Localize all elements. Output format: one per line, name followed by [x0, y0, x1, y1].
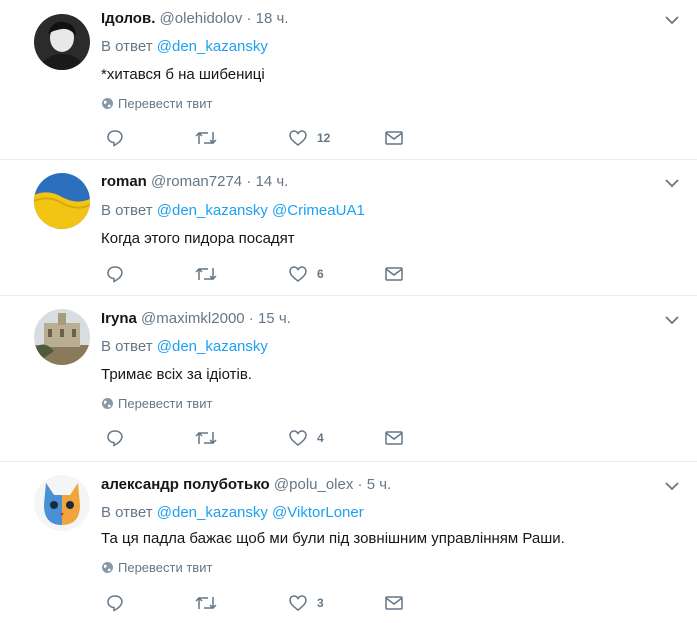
translate-label: Перевести твит: [118, 560, 213, 575]
tweet[interactable]: Ідолов. @olehidolov · 18 ч. В ответ @den…: [0, 0, 697, 160]
envelope-icon: [385, 431, 403, 445]
translate-label: Перевести твит: [118, 96, 213, 111]
direct-message-button[interactable]: [385, 431, 403, 445]
reply-prefix: В ответ: [101, 504, 153, 521]
retweet-icon: [195, 267, 217, 281]
retweet-button[interactable]: [195, 130, 217, 146]
reply-icon: [107, 266, 123, 283]
tweet-text: Та ця падла бажає щоб ми були під зовніш…: [101, 530, 565, 547]
heart-icon: [289, 266, 307, 282]
separator-dot: ·: [357, 476, 363, 493]
tweet-text: *хитався б на шибениці: [101, 66, 265, 83]
ukraine-flag-icon: [34, 173, 90, 229]
tweet-header: roman @roman7274 · 14 ч.: [101, 173, 288, 191]
retweet-icon: [195, 596, 217, 610]
reply-button[interactable]: [106, 129, 124, 147]
reply-icon: [107, 130, 123, 147]
retweet-icon: [195, 431, 217, 445]
tweet-header: александр полуботько @polu_olex · 5 ч.: [101, 476, 391, 494]
tweet-text: Тримає всіх за ідіотів.: [101, 366, 252, 383]
like-count: 4: [317, 431, 324, 445]
mention-link[interactable]: @den_kazansky: [157, 504, 268, 521]
globe-icon: [102, 98, 113, 109]
tweet-text: Когда этого пидора посадят: [101, 230, 295, 247]
display-name[interactable]: Iryna: [101, 310, 137, 327]
translate-label: Перевести твит: [118, 396, 213, 411]
tweet-header: Iryna @maximkl2000 · 15 ч.: [101, 310, 291, 328]
avatar[interactable]: [34, 14, 90, 70]
mention-link[interactable]: @CrimeaUA1: [272, 202, 365, 219]
reply-prefix: В ответ: [101, 202, 153, 219]
chevron-down-icon[interactable]: [664, 480, 680, 492]
reply-button[interactable]: [106, 265, 124, 283]
translate-link[interactable]: Перевести твит: [101, 560, 212, 576]
tweet[interactable]: александр полуботько @polu_olex · 5 ч. В…: [0, 462, 697, 623]
reply-prefix: В ответ: [101, 338, 153, 355]
direct-message-button[interactable]: [385, 131, 403, 145]
reply-button[interactable]: [106, 429, 124, 447]
mention-link[interactable]: @den_kazansky: [157, 202, 268, 219]
tweet-header: Ідолов. @olehidolov · 18 ч.: [101, 10, 289, 28]
like-button[interactable]: 4: [289, 430, 324, 446]
translate-link[interactable]: Перевести твит: [101, 96, 212, 112]
retweet-icon: [195, 131, 217, 145]
mention-link[interactable]: @den_kazansky: [157, 38, 268, 55]
display-name[interactable]: александр полуботько: [101, 476, 270, 493]
globe-icon: [102, 562, 113, 573]
avatar[interactable]: [34, 475, 90, 531]
display-name[interactable]: roman: [101, 173, 147, 190]
reply-icon: [107, 595, 123, 612]
timestamp[interactable]: 15 ч.: [258, 310, 291, 327]
heart-icon: [289, 130, 307, 146]
like-count: 12: [317, 131, 331, 145]
reply-context: В ответ @den_kazansky: [101, 38, 268, 56]
direct-message-button[interactable]: [385, 267, 403, 281]
mention-link[interactable]: @den_kazansky: [157, 338, 268, 355]
reply-context: В ответ @den_kazansky @CrimeaUA1: [101, 202, 365, 220]
user-handle[interactable]: @olehidolov: [160, 10, 243, 27]
reply-context: В ответ @den_kazansky: [101, 338, 268, 356]
user-handle[interactable]: @roman7274: [151, 173, 242, 190]
cat-icon: [34, 475, 90, 531]
envelope-icon: [385, 131, 403, 145]
avatar[interactable]: [34, 309, 90, 365]
heart-icon: [289, 595, 307, 611]
building-photo-icon: [34, 309, 90, 365]
like-button[interactable]: 3: [289, 595, 324, 611]
reply-button[interactable]: [106, 594, 124, 612]
heart-icon: [289, 430, 307, 446]
translate-link[interactable]: Перевести твит: [101, 396, 212, 412]
chevron-down-icon[interactable]: [664, 314, 680, 326]
chevron-down-icon[interactable]: [664, 177, 680, 189]
reply-prefix: В ответ: [101, 38, 153, 55]
like-button[interactable]: 6: [289, 266, 324, 282]
retweet-button[interactable]: [195, 266, 217, 282]
chevron-down-icon[interactable]: [664, 14, 680, 26]
like-count: 3: [317, 596, 324, 610]
envelope-icon: [385, 596, 403, 610]
separator-dot: ·: [248, 310, 254, 327]
globe-icon: [102, 398, 113, 409]
like-button[interactable]: 12: [289, 130, 330, 146]
timestamp[interactable]: 14 ч.: [255, 173, 288, 190]
tweet[interactable]: roman @roman7274 · 14 ч. В ответ @den_ka…: [0, 160, 697, 296]
timestamp[interactable]: 18 ч.: [256, 10, 289, 27]
like-count: 6: [317, 267, 324, 281]
tweet[interactable]: Iryna @maximkl2000 · 15 ч. В ответ @den_…: [0, 296, 697, 462]
person-photo-icon: [34, 14, 90, 70]
avatar[interactable]: [34, 173, 90, 229]
reply-icon: [107, 430, 123, 447]
separator-dot: ·: [246, 173, 252, 190]
user-handle[interactable]: @polu_olex: [274, 476, 353, 493]
direct-message-button[interactable]: [385, 596, 403, 610]
reply-context: В ответ @den_kazansky @ViktorLoner: [101, 504, 364, 522]
retweet-button[interactable]: [195, 430, 217, 446]
retweet-button[interactable]: [195, 595, 217, 611]
mention-link[interactable]: @ViktorLoner: [272, 504, 364, 521]
envelope-icon: [385, 267, 403, 281]
timestamp[interactable]: 5 ч.: [367, 476, 392, 493]
display-name[interactable]: Ідолов.: [101, 10, 155, 27]
separator-dot: ·: [246, 10, 252, 27]
user-handle[interactable]: @maximkl2000: [141, 310, 245, 327]
